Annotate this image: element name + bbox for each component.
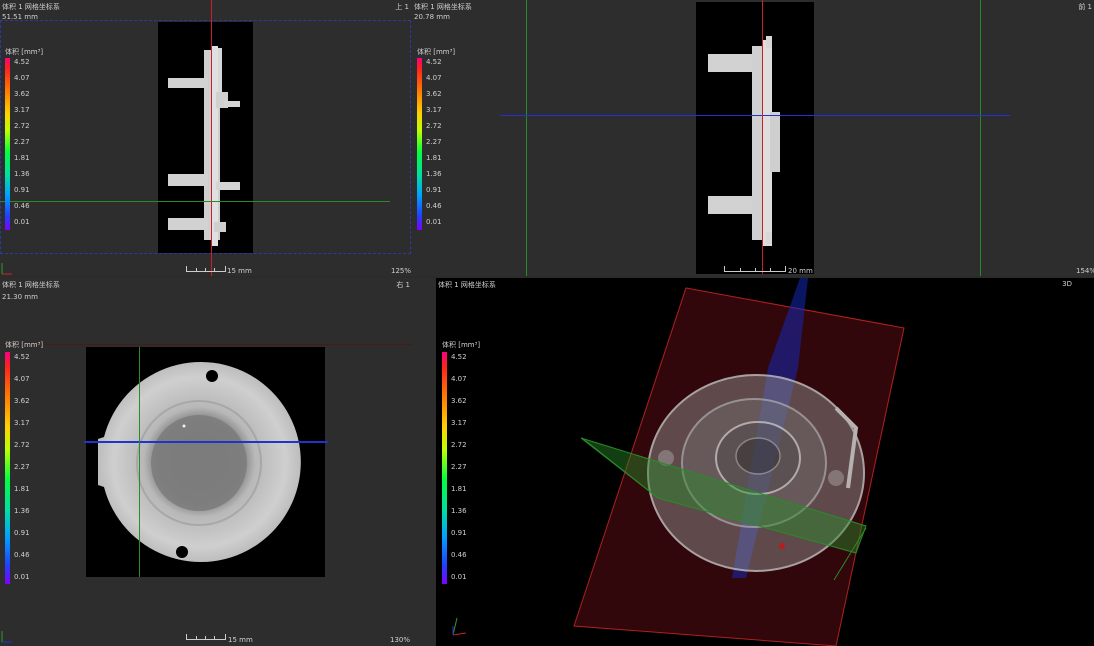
legend-value: 0.91 [426, 186, 442, 194]
legend-value: 3.62 [14, 90, 30, 98]
legend-value: 1.81 [14, 154, 30, 162]
zoom-level: 125% [391, 267, 412, 275]
axis-triad-icon [1, 631, 12, 643]
legend-value: 0.01 [426, 218, 442, 226]
legend-value: 2.27 [451, 463, 467, 471]
color-legend: 体积 [mm³] 4.52 4.07 3.62 3.17 2.72 2.27 1… [417, 47, 477, 232]
legend-gradient [417, 58, 422, 230]
legend-value: 0.01 [14, 218, 30, 226]
slice-distance: 20.78 mm [414, 13, 450, 21]
zoom-level: 154% [1076, 267, 1094, 275]
legend-gradient [442, 352, 447, 584]
legend-value: 3.62 [14, 397, 30, 405]
part-cross-section [168, 46, 240, 246]
legend-value: 0.46 [14, 551, 30, 559]
legend-value: 4.52 [451, 353, 467, 361]
legend-value: 3.62 [426, 90, 442, 98]
viewport-top[interactable]: 体积 1 网格坐标系 51.51 mm 上 1 体积 [mm³] 4.52 4.… [0, 0, 412, 276]
slice-image[interactable] [158, 22, 253, 253]
legend-value: 2.72 [426, 122, 442, 130]
legend-value: 4.52 [14, 353, 30, 361]
blue-slice-line[interactable] [500, 115, 1010, 116]
legend-value: 3.17 [14, 106, 30, 114]
legend-value: 2.27 [14, 138, 30, 146]
legend-value: 3.17 [451, 419, 467, 427]
scale-bar [724, 266, 786, 272]
legend-value: 0.46 [426, 202, 442, 210]
legend-value: 4.52 [14, 58, 30, 66]
legend-value: 1.81 [451, 485, 467, 493]
scale-bar [186, 266, 226, 272]
3d-scene[interactable] [436, 278, 1094, 646]
red-slice-line[interactable] [762, 0, 763, 274]
viewport-title: 体积 1 网格坐标系 [414, 3, 472, 11]
color-legend: 体积 [mm³] 4.52 4.07 3.62 3.17 2.72 2.27 1… [5, 340, 65, 590]
slice-image[interactable] [86, 347, 325, 577]
legend-value: 0.91 [451, 529, 467, 537]
legend-title: 体积 [mm³] [5, 48, 44, 56]
legend-value: 1.36 [426, 170, 442, 178]
legend-value: 4.07 [426, 74, 442, 82]
viewport-title: 体积 1 网格坐标系 [2, 281, 60, 289]
green-slice-line[interactable] [980, 0, 981, 276]
viewport-label: 上 1 [395, 3, 409, 11]
part-cross-section [98, 362, 301, 562]
viewport-label: 右 1 [396, 281, 410, 289]
viewport-title: 体积 1 网格坐标系 [2, 3, 60, 11]
legend-value: 4.52 [426, 58, 442, 66]
legend-value: 3.17 [14, 419, 30, 427]
zoom-level: 130% [390, 636, 411, 644]
legend-value: 4.07 [451, 375, 467, 383]
legend-value: 0.01 [14, 573, 30, 581]
blue-slice-line[interactable] [84, 441, 328, 443]
scale-bar [186, 634, 226, 640]
legend-value: 2.72 [14, 441, 30, 449]
legend-gradient [5, 58, 10, 230]
legend-value: 0.01 [451, 573, 467, 581]
legend-value: 1.81 [14, 485, 30, 493]
viewport-3d[interactable]: 体积 1 网格坐标系 3D 体积 [mm³] 4.52 4.07 3.62 3.… [436, 278, 1094, 646]
scale-label: 20 mm [788, 267, 813, 275]
viewport-front[interactable]: 体积 1 网格坐标系 20.78 mm 前 1 体积 [mm³] 4.52 4.… [412, 0, 1094, 276]
legend-value: 3.17 [426, 106, 442, 114]
legend-title: 体积 [mm³] [5, 341, 44, 349]
legend-value: 2.72 [451, 441, 467, 449]
axis-triad-icon [452, 617, 467, 636]
legend-gradient [5, 352, 10, 584]
viewport-label: 前 1 [1078, 3, 1092, 11]
scale-label: 15 mm [227, 267, 252, 275]
axis-triad-icon [1, 263, 12, 275]
slice-image[interactable] [696, 2, 814, 274]
legend-value: 4.07 [14, 74, 30, 82]
slice-distance: 21.30 mm [2, 293, 38, 301]
legend-value: 2.72 [14, 122, 30, 130]
red-slice-line[interactable] [211, 0, 212, 276]
legend-value: 2.27 [14, 463, 30, 471]
legend-value: 0.46 [451, 551, 467, 559]
legend-value: 0.91 [14, 186, 30, 194]
legend-value: 2.27 [426, 138, 442, 146]
green-slice-line[interactable] [139, 347, 140, 577]
color-legend: 体积 [mm³] 4.52 4.07 3.62 3.17 2.72 2.27 1… [442, 340, 502, 590]
scale-label: 15 mm [228, 636, 253, 644]
legend-value: 3.62 [451, 397, 467, 405]
legend-value: 1.36 [451, 507, 467, 515]
green-slice-line[interactable] [526, 0, 527, 276]
legend-value: 4.07 [14, 375, 30, 383]
legend-value: 1.36 [14, 507, 30, 515]
legend-value: 1.36 [14, 170, 30, 178]
legend-value: 1.81 [426, 154, 442, 162]
legend-value: 0.46 [14, 202, 30, 210]
legend-value: 0.91 [14, 529, 30, 537]
viewport-right[interactable]: 体积 1 网格坐标系 21.30 mm 右 1 体积 [mm³] 4.52 4.… [0, 278, 436, 646]
legend-title: 体积 [mm³] [417, 48, 456, 56]
color-legend: 体积 [mm³] 4.52 4.07 3.62 3.17 2.72 2.27 1… [5, 47, 65, 232]
legend-title: 体积 [mm³] [442, 341, 481, 349]
part-cross-section [708, 36, 780, 246]
